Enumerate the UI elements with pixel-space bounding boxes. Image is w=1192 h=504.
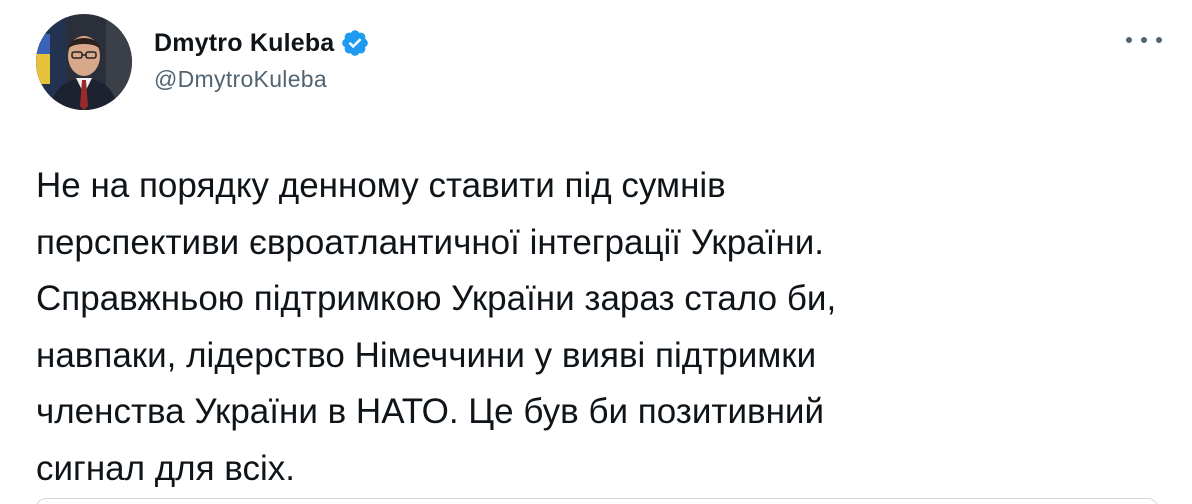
tweet-text-line: перспективи євроатлантичної інтеграції У…	[36, 222, 824, 262]
more-options-icon[interactable]	[1126, 28, 1162, 52]
tweet-text-line: сигнал для всіх.	[36, 448, 295, 488]
tweet-text-line: Справжньою підтримкою України зараз стал…	[36, 279, 837, 318]
avatar-image	[36, 14, 132, 110]
name-row: Dmytro Kuleba	[154, 28, 370, 58]
author-display-name[interactable]: Dmytro Kuleba	[154, 29, 334, 58]
dot	[1156, 37, 1162, 43]
tweet-text-line: членства України в НАТО. Це був би позит…	[36, 392, 825, 431]
quoted-card-edge	[36, 498, 1158, 504]
tweet-header: Dmytro Kuleba @DmytroKuleba	[36, 14, 1158, 114]
tweet-card: Dmytro Kuleba @DmytroKuleba Не на порядк…	[0, 0, 1192, 504]
author-handle[interactable]: @DmytroKuleba	[154, 66, 370, 93]
tweet-text: Не на порядку денному ставити під сумнів…	[36, 158, 1156, 497]
tweet-text-line: навпаки, лідерство Німеччини у вияві під…	[36, 335, 817, 375]
verified-badge-icon	[340, 28, 370, 58]
avatar[interactable]	[36, 14, 132, 110]
author-info: Dmytro Kuleba @DmytroKuleba	[154, 28, 370, 93]
dot	[1141, 37, 1147, 43]
dot	[1126, 37, 1132, 43]
tweet-text-line: Не на порядку денному ставити під сумнів	[36, 166, 726, 205]
